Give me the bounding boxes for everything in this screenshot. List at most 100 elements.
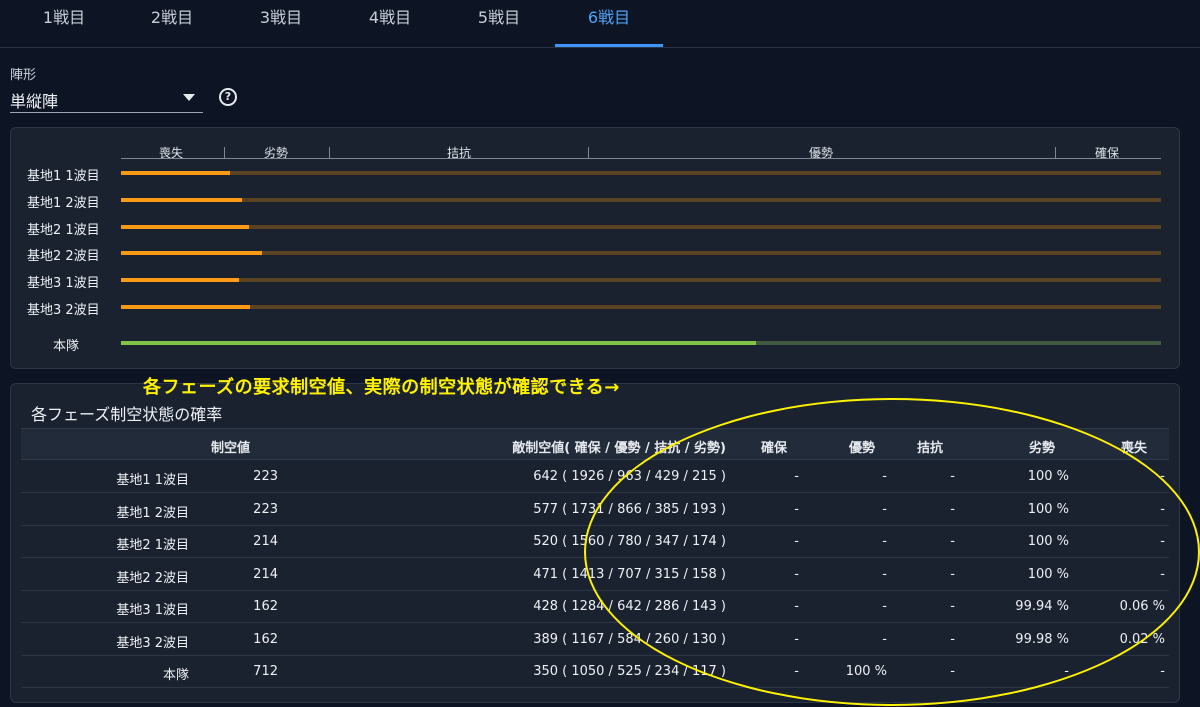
bar-fill-main [121,341,757,345]
table-cell: - [794,599,799,614]
table-cell: - [1160,534,1165,549]
table-cell: 389 ( 1167 / 584 / 260 / 130 ) [533,631,726,647]
table-row: 基地3 2波目 162 389 ( 1167 / 584 / 260 / 130 )… [21,623,1169,656]
table-row: 本隊 712 350 ( 1050 / 525 / 234 / 117 ) - 100 … [21,655,1169,688]
table-row: 基地2 2波目 214 471 ( 1413 / 707 / 315 / 158 )… [21,558,1169,591]
col-header: 敵制空値( 確保 / 優勢 / 拮抗 / 劣勢) [512,441,726,456]
table-row: 基地2 1波目 214 520 ( 1560 / 780 / 347 / 174 )… [21,525,1169,558]
probability-panel: 各フェーズ制空状態の確率 制空値 敵制空値( 確保 / 優勢 / 拮抗 / 劣勢… [10,383,1180,703]
bar-fill [121,198,242,202]
bar-track-main [121,341,1161,345]
table-cell: 214 [253,566,278,582]
table-cell: - [950,599,955,614]
bar-fill [121,251,263,255]
table-cell: 100 % [1027,469,1069,484]
bar-label: 基地2 1波目 [27,223,100,238]
row-label: 基地2 2波目 [116,570,189,586]
row-label: 基地1 2波目 [116,505,189,521]
tab-battle-2[interactable]: 2戦目 [118,0,226,44]
table-cell: 0.02 % [1119,631,1165,647]
table-cell: 350 ( 1050 / 525 / 234 / 117 ) [533,664,726,679]
table-cell: - [950,469,955,484]
table-row: 基地3 1波目 162 428 ( 1284 / 642 / 286 / 143 )… [21,590,1169,623]
tab-battle-1[interactable]: 1戦目 [10,0,118,44]
annotation-text: 各フェーズの要求制空値、実際の制空状態が確認できる→ [143,377,620,398]
tab-battle-6[interactable]: 6戦目 [555,0,663,47]
table-cell: 0.06 % [1119,599,1165,614]
table-cell: - [794,534,799,549]
table-cell: - [1160,469,1165,484]
table-cell: 223 [253,469,278,484]
bar-track [121,171,1161,175]
table-cell: 577 ( 1731 / 866 / 385 / 193 ) [533,501,726,517]
tab-battle-5[interactable]: 5戦目 [445,0,553,44]
formation-select[interactable]: 単縦陣 [10,86,203,113]
header-line [121,158,1161,159]
table-cell: 100 % [1027,566,1069,582]
table-cell: 162 [253,599,278,614]
row-label: 基地3 2波目 [116,635,189,651]
tab-battle-4[interactable]: 4戦目 [336,0,444,44]
row-label: 基地1 1波目 [116,473,189,488]
table-cell: - [950,566,955,582]
bar-track [121,251,1161,255]
help-icon[interactable]: ? [219,88,237,106]
table-cell: 99.94 % [1015,599,1069,614]
air-state-panel: 喪失 劣勢 拮抗 優勢 確保 基地1 1波目 基地1 2波目 基地2 1波目 基… [10,127,1180,369]
table-cell: - [950,664,955,679]
table-cell: 223 [253,501,278,517]
table-cell: - [882,534,887,549]
table-cell: 162 [253,631,278,647]
table-cell: - [1160,566,1165,582]
table-cell: - [794,469,799,484]
col-header: 確保 [761,441,788,456]
table-title: 各フェーズ制空状態の確率 [31,405,223,424]
bar-track [121,225,1161,229]
bar-track [121,305,1161,309]
col-header: 拮抗 [917,441,944,456]
bar-fill [121,278,239,282]
row-label: 基地3 1波目 [116,603,189,618]
table-cell: 214 [253,534,278,549]
bar-label: 基地3 2波目 [27,303,100,318]
bar-label: 基地2 2波目 [27,249,100,264]
table-cell: 642 ( 1926 / 963 / 429 / 215 ) [533,469,726,484]
table-cell: - [794,664,799,679]
table-cell: 100 % [845,664,887,679]
bar-label: 基地3 1波目 [27,276,100,291]
table-cell: - [950,501,955,517]
table-cell: - [882,501,887,517]
table-cell: - [882,566,887,582]
table-cell: - [1064,664,1069,679]
formation-label: 陣形 [10,68,37,83]
caret-down-icon [183,94,195,101]
table-cell: 100 % [1027,501,1069,517]
table-row: 基地1 2波目 223 577 ( 1731 / 866 / 385 / 193 )… [21,493,1169,526]
table-cell: 520 ( 1560 / 780 / 347 / 174 ) [533,534,726,549]
table-cell: 100 % [1027,534,1069,549]
col-header: 喪失 [1121,441,1148,456]
bar-label: 基地1 2波目 [27,196,100,211]
table-cell: 712 [253,664,278,679]
table-header: 制空値 敵制空値( 確保 / 優勢 / 拮抗 / 劣勢) 確保 優勢 拮抗 劣勢… [21,428,1169,460]
bar-fill [121,171,231,175]
table-cell: - [1160,664,1165,679]
tab-battle-3[interactable]: 3戦目 [227,0,335,44]
formation-value: 単縦陣 [10,92,59,111]
table-cell: - [794,631,799,647]
col-header: 劣勢 [1029,441,1056,456]
bar-fill [121,225,249,229]
table-cell: 471 ( 1413 / 707 / 315 / 158 ) [533,566,726,582]
table-cell: - [950,631,955,647]
table-cell: - [794,501,799,517]
bar-fill [121,305,250,309]
row-label: 基地2 1波目 [116,538,189,553]
col-header: 優勢 [849,441,876,456]
col-header: 制空値 [211,441,251,456]
table-cell: - [794,566,799,582]
table-cell: 99.98 % [1015,631,1069,647]
row-label: 本隊 [162,668,189,683]
bar-track [121,278,1161,282]
table-cell: - [882,631,887,647]
battle-tabs: 1戦目 2戦目 3戦目 4戦目 5戦目 6戦目 [0,0,1200,48]
